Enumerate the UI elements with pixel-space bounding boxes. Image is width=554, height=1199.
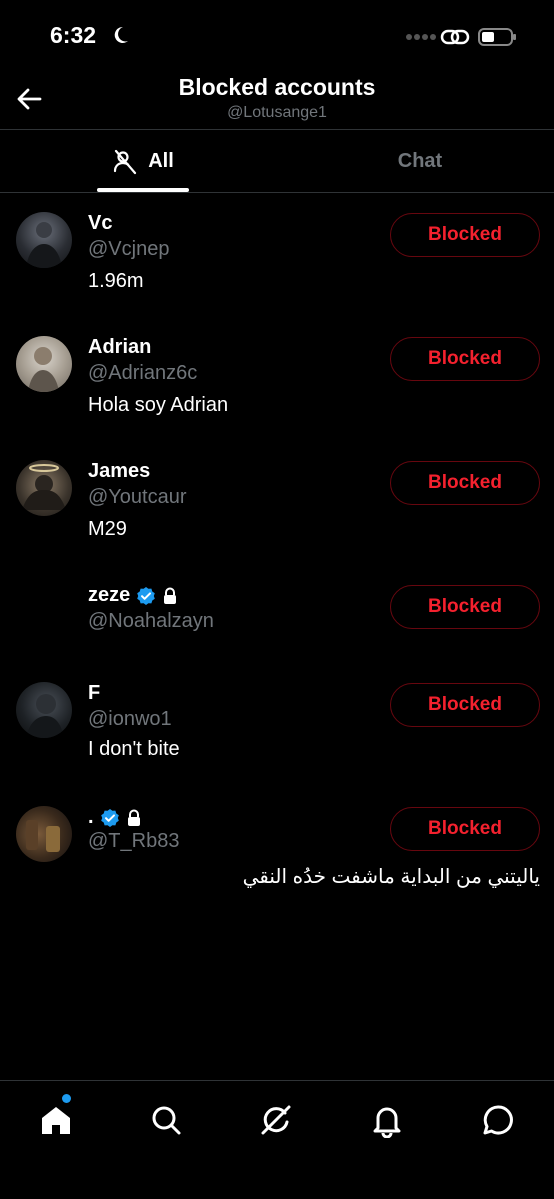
blocked-button[interactable]: Blocked bbox=[390, 337, 540, 381]
account-handle: @Noahalzayn bbox=[88, 610, 214, 632]
account-name: zeze bbox=[88, 584, 131, 606]
tab-chat[interactable]: Chat bbox=[370, 131, 470, 192]
account-name: Adrian bbox=[88, 336, 152, 358]
verified-badge-icon bbox=[100, 808, 119, 827]
account-name: James bbox=[88, 460, 151, 482]
search-icon[interactable] bbox=[148, 1102, 184, 1138]
bottom-nav bbox=[0, 1080, 554, 1199]
tab-chat-label: Chat bbox=[397, 150, 443, 172]
header-divider bbox=[0, 129, 554, 130]
tab-all[interactable]: All bbox=[97, 131, 189, 192]
verified-badge-icon bbox=[137, 586, 156, 605]
blocked-person-icon bbox=[114, 149, 137, 174]
avatar[interactable] bbox=[16, 460, 72, 516]
link-icon bbox=[440, 29, 470, 45]
bell-icon[interactable] bbox=[369, 1102, 405, 1138]
moon-icon bbox=[114, 26, 128, 43]
tab-all-label: All bbox=[148, 150, 174, 172]
avatar[interactable] bbox=[16, 212, 72, 268]
account-handle: @Vcjnep bbox=[88, 238, 170, 260]
blocked-button[interactable]: Blocked bbox=[390, 585, 540, 629]
account-name-wrapper: zeze bbox=[88, 584, 178, 607]
avatar[interactable] bbox=[16, 682, 72, 738]
tabs-divider bbox=[0, 192, 554, 193]
account-handle: @ionwo1 bbox=[88, 708, 172, 730]
status-bar: 6:32 bbox=[0, 0, 554, 74]
header: Blocked accounts @Lotusange1 bbox=[0, 74, 554, 130]
avatar[interactable] bbox=[16, 336, 72, 392]
blocked-button[interactable]: Blocked bbox=[390, 683, 540, 727]
page-subtitle: @Lotusange1 bbox=[227, 104, 327, 121]
lock-icon bbox=[127, 809, 140, 826]
avatar[interactable] bbox=[16, 584, 72, 640]
grok-icon[interactable] bbox=[258, 1102, 294, 1138]
battery-icon bbox=[478, 28, 516, 46]
lock-icon bbox=[164, 587, 177, 604]
page-title: Blocked accounts bbox=[178, 74, 376, 100]
blocked-button[interactable]: Blocked bbox=[390, 213, 540, 257]
blocked-button[interactable]: Blocked bbox=[390, 461, 540, 505]
account-bio: M29 bbox=[88, 518, 127, 540]
account-bio: Hola soy Adrian bbox=[88, 394, 229, 416]
status-time: 6:32 bbox=[50, 22, 97, 48]
account-name: Vc bbox=[88, 212, 113, 234]
account-handle: @T_Rb83 bbox=[88, 830, 180, 852]
signal-dots-icon bbox=[406, 34, 436, 40]
account-handle: @Adrianz6c bbox=[88, 362, 198, 384]
account-bio: ياليتني من البداية ماشفت خدُه النقي bbox=[242, 866, 540, 888]
avatar[interactable] bbox=[16, 806, 72, 862]
account-name: F bbox=[88, 682, 101, 704]
tab-bar: All Chat bbox=[0, 131, 554, 192]
account-bio: 1.96m bbox=[88, 270, 144, 292]
account-name: . bbox=[88, 806, 94, 828]
home-icon[interactable] bbox=[38, 1102, 74, 1138]
account-handle: @Youtcaur bbox=[88, 486, 187, 508]
account-name-wrapper: . bbox=[88, 806, 142, 829]
notification-dot bbox=[62, 1094, 71, 1103]
account-bio: I don't bite bbox=[88, 738, 180, 760]
messages-icon[interactable] bbox=[480, 1102, 516, 1138]
blocked-button[interactable]: Blocked bbox=[390, 807, 540, 851]
